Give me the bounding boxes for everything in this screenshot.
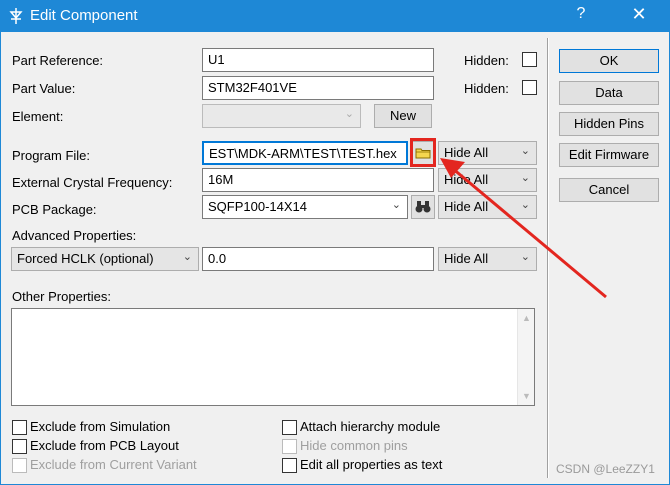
annotation-arrow: [440, 158, 607, 299]
watermark: CSDN @LeeZZY1: [556, 462, 655, 476]
